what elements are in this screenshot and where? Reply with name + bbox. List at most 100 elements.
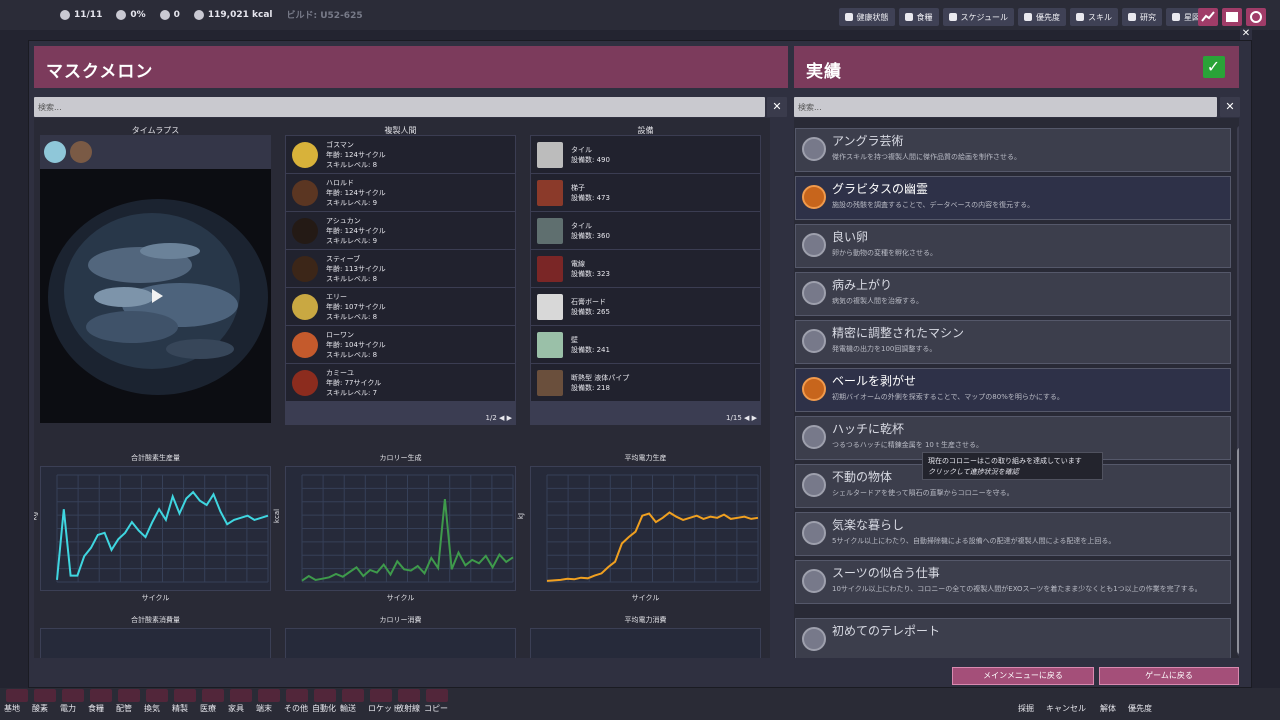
build-category-icon[interactable] [370, 689, 392, 702]
achievement-item[interactable]: スーツの似合う仕事 10サイクル以上にわたり、コロニーの全ての複製人間がEXOスー… [795, 560, 1231, 604]
building-row[interactable]: タイル 設備数: 360 [531, 212, 760, 249]
achievement-item[interactable]: 気楽な暮らし 5サイクル以上にわたり、自動掃除機による設備への配達が複製人間による… [795, 512, 1231, 556]
duplicant-portrait [292, 331, 318, 358]
achievements-scrollbar-thumb[interactable] [1237, 448, 1239, 654]
duplicant-age: 年齢: 77サイクル [326, 378, 382, 387]
duplicant-row[interactable]: スティーブ 年齢: 113サイクル スキルレベル: 8 [286, 250, 515, 287]
build-category-label[interactable]: 電力 [60, 703, 76, 714]
vitals-button[interactable]: 健康状態 [838, 8, 895, 26]
achievement-item[interactable]: ベールを剥がせ 初期バイオームの外側を探索することで、マップの80%を明らかにする… [795, 368, 1231, 412]
build-category-label[interactable]: 基地 [4, 703, 20, 714]
stress-text: 0% [130, 9, 146, 20]
building-pager[interactable]: 1/15 ◀ ▶ [726, 414, 757, 422]
main-menu-button[interactable]: メインメニューに戻る [952, 667, 1094, 685]
duplicant-row[interactable]: カミーユ 年齢: 77サイクル スキルレベル: 7 [286, 364, 515, 401]
build-category-icon[interactable] [174, 689, 196, 702]
panel-close-button[interactable]: ✕ [1240, 28, 1252, 40]
options-button[interactable] [1246, 8, 1266, 26]
build-category-icon[interactable] [398, 689, 420, 702]
build-category-icon[interactable] [62, 689, 84, 702]
resume-game-button[interactable]: ゲームに戻る [1099, 667, 1239, 685]
build-category-icon[interactable] [118, 689, 140, 702]
schedule-button[interactable]: スケジュール [942, 8, 1014, 26]
build-category-icon[interactable] [286, 689, 308, 702]
stress-stat[interactable]: 0% [116, 8, 146, 21]
build-category-icon[interactable] [426, 689, 448, 702]
colony-search-clear-button[interactable]: ✕ [767, 97, 787, 117]
base-snapshot-icon[interactable] [44, 141, 66, 163]
food-button[interactable]: 食糧 [898, 8, 939, 26]
building-row[interactable]: タイル 設備数: 490 [531, 136, 760, 173]
skills-button[interactable]: スキル [1070, 8, 1118, 26]
achievement-item[interactable]: 初めてのテレポート [795, 618, 1231, 658]
build-category-label[interactable]: 放射線 [396, 703, 420, 714]
tool-label[interactable]: 解体 [1100, 703, 1116, 714]
build-category-label[interactable]: 端末 [256, 703, 272, 714]
building-row[interactable]: 電線 設備数: 323 [531, 250, 760, 287]
achievement-item[interactable]: 精密に調整されたマシン 発電機の出力を100回調整する。 [795, 320, 1231, 364]
play-icon[interactable] [152, 289, 163, 303]
stress-icon [116, 9, 127, 20]
build-category-icon[interactable] [146, 689, 168, 702]
building-row[interactable]: 梯子 設備数: 473 [531, 174, 760, 211]
colony-search-input[interactable]: 検索... [34, 97, 765, 117]
build-category-label[interactable]: 精製 [172, 703, 188, 714]
calorie-stat[interactable]: 119,021 kcal [193, 8, 273, 21]
research-button[interactable]: 研究 [1122, 8, 1162, 26]
build-category-icon[interactable] [258, 689, 280, 702]
build-category-label[interactable]: 酸素 [32, 703, 48, 714]
duplicant-row[interactable]: ローワン 年齢: 104サイクル スキルレベル: 8 [286, 326, 515, 363]
building-row[interactable]: 断熱型 液体パイプ 設備数: 218 [531, 364, 760, 401]
tool-label[interactable]: 採掘 [1018, 703, 1034, 714]
duplicant-row[interactable]: ゴスマン 年齢: 124サイクル スキルレベル: 8 [286, 136, 515, 173]
build-category-label[interactable]: 輸送 [340, 703, 356, 714]
achievement-item[interactable]: 病み上がり 病気の複製人間を治療する。 [795, 272, 1231, 316]
build-category-icon[interactable] [6, 689, 28, 702]
duplicant-count[interactable]: 11/11 [60, 8, 102, 21]
achievement-icon [802, 377, 826, 401]
calorie-use-chart[interactable] [285, 628, 516, 658]
duplicant-row[interactable]: アシュカン 年齢: 124サイクル スキルレベル: 9 [286, 212, 515, 249]
build-category-label[interactable]: コピー [424, 703, 448, 714]
achievements-scrollbar[interactable] [1237, 126, 1239, 656]
achievement-item[interactable]: アングラ芸術 傑作スキルを持つ複製人間に傑作品質の絵画を制作させる。 [795, 128, 1231, 172]
duplicant-row[interactable]: ハロルド 年齢: 124サイクル スキルレベル: 9 [286, 174, 515, 211]
achievement-search-clear-button[interactable]: ✕ [1220, 97, 1240, 117]
tool-label[interactable]: キャンセル [1046, 703, 1086, 714]
tool-label[interactable]: 優先度 [1128, 703, 1152, 714]
building-info: 壁設備数: 241 [571, 335, 610, 355]
build-category-label[interactable]: 医療 [200, 703, 216, 714]
build-category-label[interactable]: 配管 [116, 703, 132, 714]
timelapse-viewer[interactable] [40, 169, 271, 423]
build-category-icon[interactable] [202, 689, 224, 702]
achievement-search-input[interactable]: 検索... [794, 97, 1217, 117]
build-category-icon[interactable] [230, 689, 252, 702]
asteroid-snapshot-icon[interactable] [70, 141, 92, 163]
build-category-label[interactable]: 食糧 [88, 703, 104, 714]
report-button[interactable] [1198, 8, 1218, 26]
build-category-icon[interactable] [342, 689, 364, 702]
achievement-item[interactable]: グラビタスの幽霊 施設の残骸を調査することで、データベースの内容を復元する。 [795, 176, 1231, 220]
building-row[interactable]: 石膏ボード 設備数: 265 [531, 288, 760, 325]
achievement-item[interactable]: 良い卵 卵から動物の変種を孵化させる。 [795, 224, 1231, 268]
calorie-chart[interactable] [285, 466, 516, 591]
duplicant-skill: スキルレベル: 8 [326, 274, 378, 283]
build-category-icon[interactable] [314, 689, 336, 702]
oxygen-use-chart[interactable] [40, 628, 271, 658]
build-category-label[interactable]: 家具 [228, 703, 244, 714]
power-chart[interactable] [530, 466, 761, 591]
duplicant-pager[interactable]: 1/2 ◀ ▶ [486, 414, 512, 422]
oxygen-chart[interactable] [40, 466, 271, 591]
power-use-chart[interactable] [530, 628, 761, 658]
sick-stat[interactable]: 0 [159, 8, 180, 21]
codex-button[interactable] [1222, 8, 1242, 26]
build-category-icon[interactable] [90, 689, 112, 702]
build-category-label[interactable]: 換気 [144, 703, 160, 714]
build-category-label[interactable]: その他 [284, 703, 308, 714]
duplicant-row[interactable]: エリー 年齢: 107サイクル スキルレベル: 8 [286, 288, 515, 325]
build-category-icon[interactable] [34, 689, 56, 702]
building-row[interactable]: 壁設備数: 241 [531, 326, 760, 363]
priority-button[interactable]: 優先度 [1018, 8, 1066, 26]
duplicant-info: スティーブ 年齢: 113サイクル スキルレベル: 8 [326, 254, 386, 284]
build-category-label[interactable]: 自動化 [312, 703, 336, 714]
